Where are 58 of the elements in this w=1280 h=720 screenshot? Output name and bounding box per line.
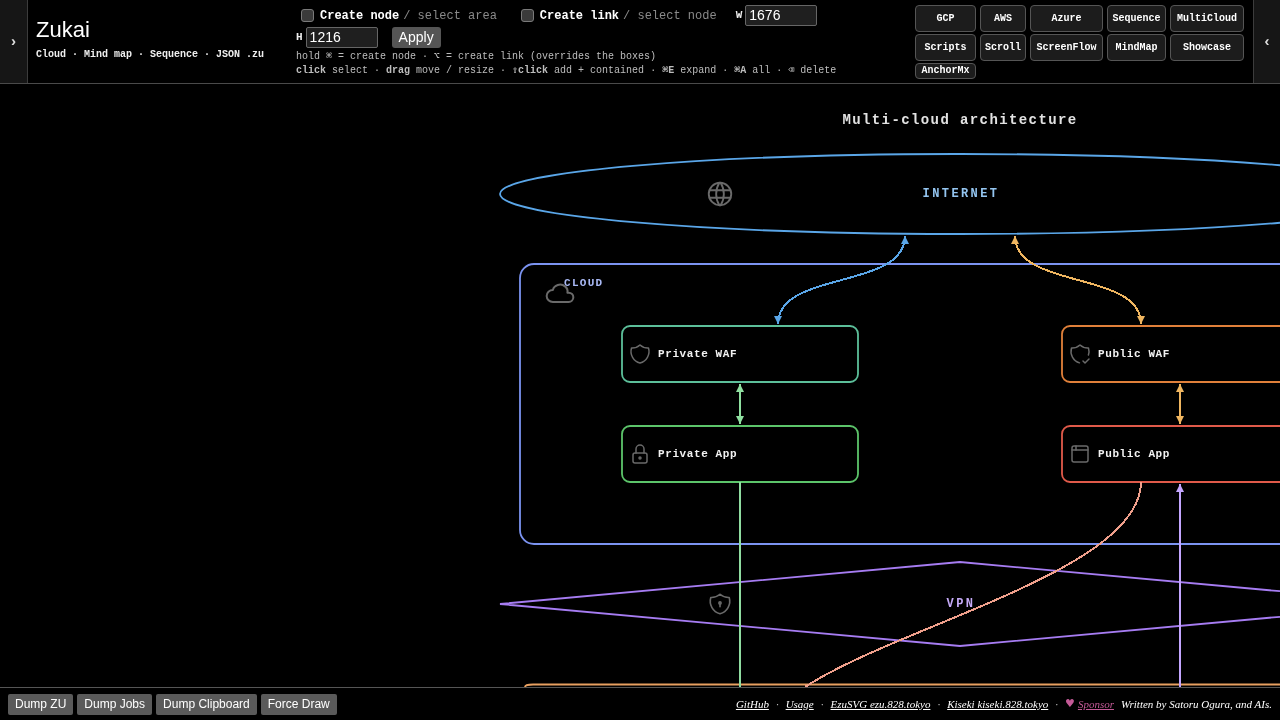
help-text: click select · drag move / resize · ⇧click add + contained · ⌘E expand · ⌘A all · ⌫ delete — [296, 64, 837, 78]
footer-button[interactable]: Dump Clipboard — [156, 693, 257, 715]
sample-button[interactable]: MultiCloud — [1170, 5, 1244, 32]
shield-lock-icon — [710, 594, 730, 614]
mode-label: Create link — [539, 7, 620, 25]
mode-hint: / select area — [403, 7, 497, 25]
mode-label: Create node — [320, 7, 400, 25]
sample-button[interactable]: Showcase — [1170, 34, 1244, 61]
footer-button[interactable]: Dump Jobs — [77, 693, 153, 715]
node-label: INTERNET — [922, 187, 1000, 201]
cloud-icon — [546, 284, 574, 302]
sample-button[interactable]: AWS — [980, 5, 1026, 32]
footer-link[interactable]: GitHub — [735, 695, 769, 713]
node-label: Public WAF — [1098, 348, 1170, 360]
footer-link[interactable]: Usage — [785, 695, 814, 713]
mode-hint: / select node — [623, 7, 717, 25]
diagram-title: Multi-cloud architecture — [842, 112, 1078, 128]
node-label: CLOUD — [564, 277, 604, 289]
sample-button[interactable]: Sequence — [1107, 5, 1166, 32]
size-label: W — [735, 8, 743, 24]
node-label: Private App — [658, 448, 738, 460]
footer-button[interactable]: Force Draw — [260, 693, 337, 715]
app-tagline: Cloud · Mind map · Sequence · JSON .zu — [36, 49, 265, 61]
node-label: Private WAF — [658, 348, 738, 360]
apply-button[interactable]: Apply — [391, 27, 441, 48]
separator-dot: · — [1055, 696, 1058, 712]
size-field[interactable]: 1216 — [305, 27, 378, 48]
shield-icon — [631, 345, 649, 363]
sample-button[interactable]: AnchorMx — [915, 63, 976, 79]
shield-check-icon — [1071, 345, 1089, 363]
sample-button[interactable]: Azure — [1030, 5, 1103, 32]
sample-button[interactable]: ScreenFlow — [1030, 34, 1103, 61]
browser-window-icon — [1072, 446, 1088, 462]
heart-icon: ♥ — [1065, 695, 1075, 713]
sidebar-toggle-button[interactable]: › — [0, 0, 28, 83]
separator-dot: · — [775, 696, 779, 712]
node-label: VPN — [946, 597, 976, 611]
separator-dot: · — [937, 696, 941, 712]
checkbox[interactable] — [301, 9, 314, 22]
help-text: hold ⌘ = create node · ⌥ = create link (overrides the boxes) — [296, 50, 658, 64]
panel-toggle-button[interactable]: ‹ — [1253, 0, 1280, 83]
globe-icon — [708, 182, 732, 206]
sample-button[interactable]: GCP — [915, 5, 976, 32]
sample-button[interactable]: Scroll — [980, 34, 1026, 61]
size-label: H — [296, 30, 303, 46]
footer-link[interactable]: EzuSVG ezu.828.tokyo — [830, 695, 931, 713]
footer-button[interactable]: Dump ZU — [8, 693, 74, 715]
credit-text: Written by Satoru Ogura, and AIs. — [1120, 696, 1272, 712]
sample-button[interactable]: MindMap — [1107, 34, 1166, 61]
app-logo: Zukai — [36, 17, 90, 43]
footer-link[interactable]: Kiseki kiseki.828.tokyo — [947, 695, 1049, 713]
size-field[interactable]: 1676 — [745, 5, 818, 26]
checkbox[interactable] — [520, 9, 534, 22]
sample-button[interactable]: Scripts — [915, 34, 976, 61]
separator-dot: · — [820, 696, 824, 712]
sponsor-link[interactable]: ♥ Sponsor — [1065, 695, 1114, 713]
padlock-icon — [633, 445, 647, 463]
node-label: Public App — [1098, 448, 1170, 460]
